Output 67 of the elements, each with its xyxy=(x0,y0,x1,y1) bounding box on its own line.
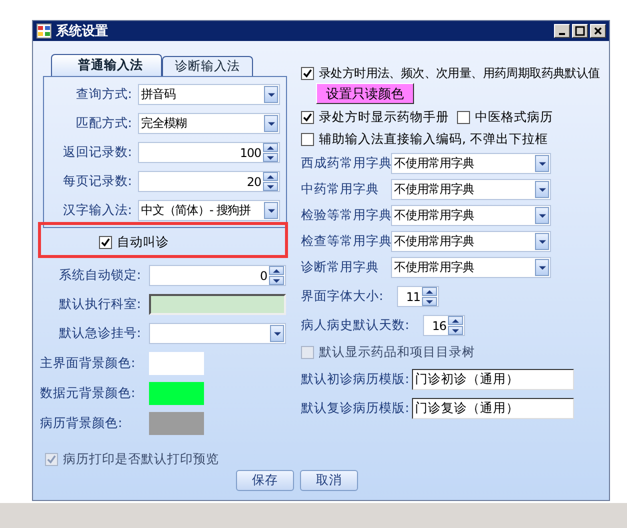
spin-buttons-icon[interactable] xyxy=(448,316,464,335)
checkbox-label: 录处方时用法、频次、次用量、用药周期取药典默认值 xyxy=(319,65,600,82)
checkbox-label: 自动叫诊 xyxy=(117,234,169,251)
checkbox-label: 默认显示药品和项目目录树 xyxy=(319,344,475,361)
number-field[interactable]: 100 xyxy=(138,142,280,163)
spin-buttons-icon[interactable] xyxy=(263,172,278,191)
field-label: 汉字输入法: xyxy=(62,202,132,219)
field-label: 界面字体大小: xyxy=(301,288,384,305)
checkbox[interactable] xyxy=(457,111,470,124)
spin-buttons-icon[interactable] xyxy=(263,143,278,162)
spin-buttons-icon[interactable] xyxy=(422,287,438,306)
field-label: 主界面背景颜色: xyxy=(40,354,136,372)
field-label: 匹配方式: xyxy=(74,115,132,132)
input-field[interactable]: 门诊复诊（通用） xyxy=(412,398,574,419)
dropdown-field[interactable]: 完全模糊 xyxy=(138,113,280,134)
field-label: 中药常用字典 xyxy=(301,181,380,198)
input-field[interactable] xyxy=(149,294,286,315)
checkbox-label: 录处方时显示药物手册 xyxy=(319,109,449,126)
dialog-button[interactable]: 保存 xyxy=(236,470,294,491)
field-label: 默认执行科室: xyxy=(58,296,141,313)
number-field[interactable]: 0 xyxy=(149,265,286,286)
dropdown-field[interactable]: 不使用常用字典 xyxy=(391,153,551,174)
field-label: 检查等常用字典 xyxy=(301,233,391,250)
checkbox[interactable] xyxy=(301,111,314,124)
close-icon[interactable] xyxy=(590,24,606,38)
checkbox-label: 中医格式病历 xyxy=(475,109,553,126)
color-swatch[interactable] xyxy=(149,412,204,434)
checkbox-label: 辅助输入法直接输入编码, 不弹出下拉框 xyxy=(319,131,548,148)
dropdown-field[interactable] xyxy=(149,323,286,344)
number-field[interactable]: 16 xyxy=(423,315,466,336)
color-swatch[interactable] xyxy=(149,382,204,404)
minimize-icon[interactable] xyxy=(554,24,570,38)
field-label: 病人病史默认天数: xyxy=(301,317,410,334)
window-title: 系统设置 xyxy=(56,22,109,40)
set-color-button[interactable]: 设置只读颜色 xyxy=(316,83,414,104)
dropdown-field[interactable]: 不使用常用字典 xyxy=(391,231,551,252)
spin-buttons-icon[interactable] xyxy=(269,266,284,285)
dropdown-field[interactable]: 不使用常用字典 xyxy=(391,179,551,200)
field-label: 默认复诊病历模版: xyxy=(301,400,410,417)
number-field[interactable]: 11 xyxy=(397,286,440,307)
field-label: 西成药常用字典 xyxy=(301,155,391,172)
checkbox[interactable] xyxy=(99,236,112,249)
tab[interactable]: 诊断输入法 xyxy=(162,56,253,76)
checkbox[interactable] xyxy=(301,67,314,80)
tab[interactable]: 普通输入法 xyxy=(51,54,162,76)
dropdown-field[interactable]: 不使用常用字典 xyxy=(391,257,551,278)
field-label: 诊断常用字典 xyxy=(301,259,380,276)
field-label: 默认急诊挂号: xyxy=(58,325,141,342)
number-field[interactable]: 20 xyxy=(138,171,280,192)
field-label: 查询方式: xyxy=(74,86,132,103)
field-label: 返回记录数: xyxy=(62,144,132,161)
dropdown-field[interactable]: 中文（简体）- 搜狗拼 xyxy=(138,200,280,221)
dialog-button[interactable]: 取消 xyxy=(300,470,358,491)
dropdown-field[interactable]: 拼音码 xyxy=(138,84,280,105)
field-label: 检验等常用字典 xyxy=(301,207,391,224)
field-label: 每页记录数: xyxy=(62,173,132,190)
color-swatch[interactable] xyxy=(149,352,204,374)
checkbox[interactable] xyxy=(301,133,314,146)
field-label: 系统自动锁定: xyxy=(58,267,141,284)
field-label: 数据元背景颜色: xyxy=(40,384,136,402)
app-icon xyxy=(36,23,52,39)
field-label: 病历背景颜色: xyxy=(40,414,124,432)
field-label: 默认初诊病历模版: xyxy=(301,371,410,388)
maximize-icon[interactable] xyxy=(572,24,588,38)
checkbox-label: 病历打印是否默认打印预览 xyxy=(63,451,219,468)
dropdown-field[interactable]: 不使用常用字典 xyxy=(391,205,551,226)
input-field[interactable]: 门诊初诊（通用） xyxy=(412,369,574,390)
